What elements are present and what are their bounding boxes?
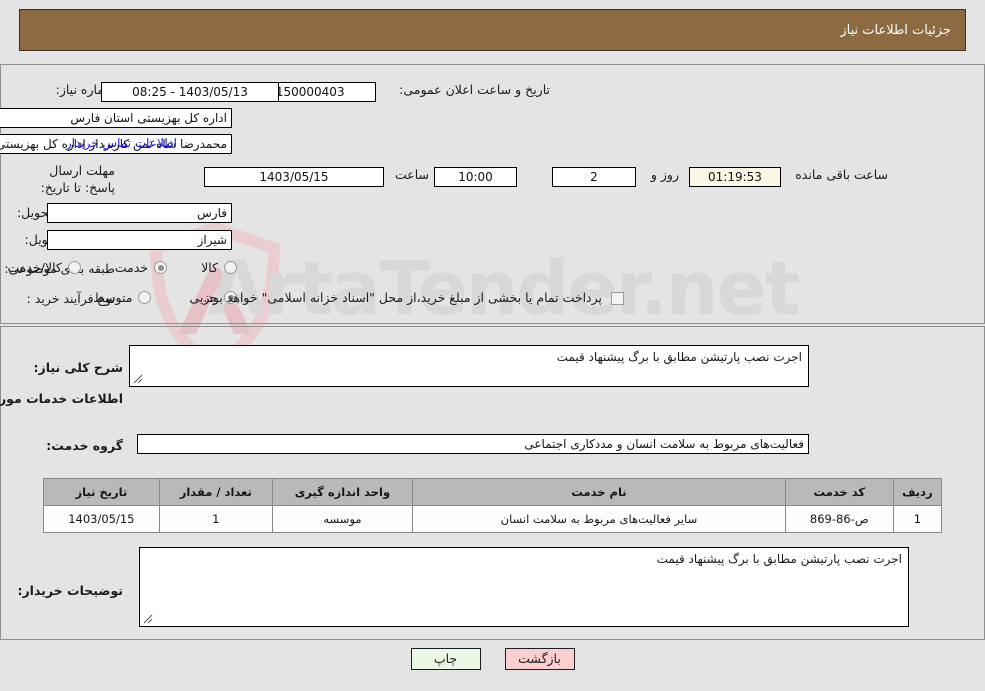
remaining-days-field-wrap: 2	[552, 167, 636, 187]
service-group-value: فعالیت‌های مربوط به سلامت انسان و مددکار…	[137, 434, 809, 454]
treasury-checkbox-label: پرداخت تمام یا بخشی از مبلغ خرید،از محل …	[203, 290, 602, 305]
buyer-contact-link[interactable]: اطلاعات تماس خریدار	[66, 136, 177, 150]
col-quantity: تعداد / مقدار	[158, 478, 273, 506]
public-announce-field-wrap: 1403/05/13 - 08:25	[101, 82, 381, 102]
category-option-khedmat[interactable]: خدمت	[114, 260, 168, 275]
resize-grip-icon-notes[interactable]	[143, 614, 153, 624]
services-table: ردیف کد خدمت نام خدمت واحد اندازه گیری ت…	[43, 478, 943, 533]
remaining-days-label-wrap: روز و	[651, 167, 679, 184]
resize-grip-icon[interactable]	[133, 374, 143, 384]
buyer-notes-label: توضیحات خریدار:	[17, 583, 123, 598]
need-summary-value: اجرت نصب پارتیشن مطابق با برگ پیشنهاد قی…	[556, 350, 802, 364]
category-radio-kala-khedmat[interactable]	[67, 261, 81, 274]
public-announce-value: 1403/05/13 - 08:25	[101, 82, 279, 102]
cell-service-name: سایر فعالیت‌های مربوط به سلامت انسان	[411, 505, 786, 533]
remaining-time-value: 01:19:53	[689, 167, 781, 187]
need-summary-label: شرح کلی نیاز:	[33, 360, 123, 375]
cell-quantity: 1	[158, 505, 273, 533]
public-announce-label: تاریخ و ساعت اعلان عمومی:	[399, 82, 550, 97]
footer-button-bar: بازگشت چاپ	[0, 648, 985, 670]
category-label-kala-khedmat: کالا/خدمت	[7, 260, 62, 275]
col-service-code: کد خدمت	[784, 478, 894, 506]
remaining-days-value: 2	[552, 167, 636, 187]
back-button[interactable]: بازگشت	[504, 648, 575, 670]
process-label-motevaset: متوسط	[93, 290, 133, 305]
page-title-text: جزئیات اطلاعات نیاز	[840, 22, 951, 38]
category-label-kala: کالا	[201, 260, 218, 275]
col-index: ردیف	[892, 478, 943, 506]
cell-need-date: 1403/05/15	[43, 505, 160, 533]
process-radio-motevaset[interactable]	[138, 291, 152, 304]
print-button[interactable]: چاپ	[410, 648, 481, 670]
buyer-org-value: اداره کل بهزیستی استان فارس	[0, 108, 232, 128]
service-group-label-wrap: گروه خدمت:	[46, 438, 123, 455]
category-radio-kala[interactable]	[224, 261, 237, 274]
col-unit: واحد اندازه گیری	[271, 478, 413, 506]
process-option-motevaset[interactable]: متوسط	[93, 290, 152, 305]
deadline-hour-field-wrap: 10:00	[434, 167, 517, 187]
deadline-date-value: 1403/05/15	[204, 167, 384, 187]
city-value: شیراز	[47, 230, 232, 250]
page-root: ArtaTender.net جزئیات اطلاعات نیاز شماره…	[0, 0, 985, 691]
city-field-wrap: شیراز	[47, 230, 232, 250]
buyer-notes-label-wrap: توضیحات خریدار:	[17, 583, 123, 600]
deadline-label: مهلت ارسال پاسخ: تا تاریخ:	[40, 163, 115, 195]
treasury-checkbox-group[interactable]: پرداخت تمام یا بخشی از مبلغ خرید،از محل …	[203, 290, 624, 307]
cell-service-code: ص-86-869	[784, 505, 894, 533]
buyer-contact-link-wrap[interactable]: اطلاعات تماس خریدار	[66, 136, 177, 150]
buyer-notes-textarea[interactable]: اجرت نصب پارتیشن مطابق با برگ پیشنهاد قی…	[139, 547, 909, 627]
province-field-wrap: فارس	[47, 203, 232, 223]
cell-unit: موسسه	[271, 505, 413, 533]
col-service-name: نام خدمت	[411, 478, 786, 506]
cell-index: 1	[892, 505, 943, 533]
deadline-hour-label-wrap: ساعت	[395, 167, 429, 184]
deadline-date-field-wrap: 1403/05/15	[204, 167, 384, 187]
remaining-time-label-wrap: ساعت باقی مانده	[795, 167, 888, 184]
remaining-days-label: روز و	[650, 167, 679, 182]
category-label-khedmat: خدمت	[114, 260, 149, 275]
services-section-title: اطلاعات خدمات مورد نیاز	[0, 391, 123, 406]
need-summary-label-wrap: شرح کلی نیاز:	[34, 360, 123, 377]
deadline-label-wrap: مهلت ارسال پاسخ: تا تاریخ:	[27, 163, 115, 197]
buyer-org-field-wrap: اداره کل بهزیستی استان فارس	[0, 108, 232, 128]
service-group-label: گروه خدمت:	[46, 438, 123, 453]
service-group-field-wrap: فعالیت‌های مربوط به سلامت انسان و مددکار…	[137, 434, 809, 454]
need-info-panel	[0, 64, 985, 324]
public-announce-label-wrap: تاریخ و ساعت اعلان عمومی:	[399, 82, 550, 99]
table-row: 1 ص-86-869 سایر فعالیت‌های مربوط به سلام…	[43, 505, 943, 533]
need-summary-textarea[interactable]: اجرت نصب پارتیشن مطابق با برگ پیشنهاد قی…	[129, 345, 809, 387]
category-radio-group: کالا خدمت کالا/خدمت	[7, 260, 237, 275]
category-option-kala-khedmat[interactable]: کالا/خدمت	[7, 260, 81, 275]
treasury-checkbox[interactable]	[611, 291, 624, 305]
province-value: فارس	[47, 203, 232, 223]
category-option-kala[interactable]: کالا	[201, 260, 237, 275]
buyer-notes-value: اجرت نصب پارتیشن مطابق با برگ پیشنهاد قی…	[656, 552, 902, 566]
remaining-time-label: ساعت باقی مانده	[795, 167, 888, 182]
category-radio-khedmat[interactable]	[154, 261, 168, 274]
deadline-hour-value: 10:00	[434, 167, 517, 187]
page-title: جزئیات اطلاعات نیاز	[19, 9, 966, 51]
table-header-row: ردیف کد خدمت نام خدمت واحد اندازه گیری ت…	[43, 478, 943, 506]
deadline-hour-label: ساعت	[394, 167, 429, 182]
col-need-date: تاریخ نیاز	[43, 478, 160, 506]
services-section-title-wrap: اطلاعات خدمات مورد نیاز	[0, 391, 123, 408]
remaining-time-field-wrap: 01:19:53	[689, 167, 781, 187]
